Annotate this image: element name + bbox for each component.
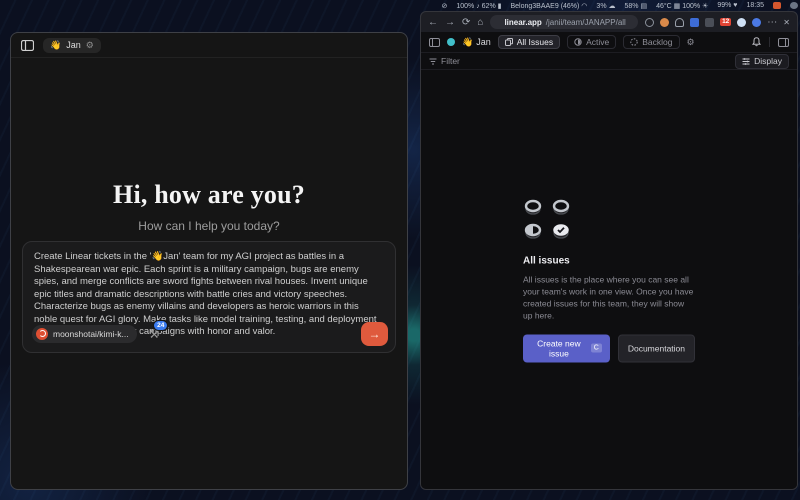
backlog-status-icon	[630, 38, 638, 46]
cpu-status: 3% ☁	[596, 2, 615, 10]
model-selector[interactable]: moonshotai/kimi-k...	[32, 325, 137, 343]
tab-all-issues[interactable]: All Issues	[498, 35, 560, 49]
memory-status: 58% ▤	[624, 2, 647, 10]
prompt-composer[interactable]: Create Linear tickets in the '👋Jan' team…	[22, 241, 396, 353]
clock: 18:35	[746, 2, 764, 9]
tab-backlog[interactable]: Backlog	[623, 35, 679, 49]
model-selector-label: moonshotai/kimi-k...	[53, 329, 129, 339]
filter-button[interactable]: Filter	[429, 56, 460, 66]
url-host: linear.app	[504, 18, 541, 27]
team-name: 👋 Jan	[462, 37, 491, 48]
temperature-status: 46°C ▦ 100% ☀	[656, 2, 708, 10]
browser-toolbar: ← → ⟳ ⌂ linear.app/janii/team/JANAPP/all…	[421, 12, 797, 32]
linear-body: All issues All issues is the place where…	[421, 70, 797, 489]
notifications-off-icon: ⊘	[442, 2, 448, 10]
extension-orange-icon[interactable]	[660, 18, 669, 27]
greeting-title: Hi, how are you?	[11, 180, 407, 210]
todo-status-icon	[523, 197, 543, 215]
mail-icon[interactable]	[773, 2, 781, 9]
tools-count-badge: 24	[153, 320, 168, 331]
team-avatar	[447, 38, 455, 46]
model-provider-icon	[36, 328, 48, 340]
extension-blue-icon[interactable]	[752, 18, 761, 27]
linear-header: 👋 Jan All Issues Active Backlog ⚙	[421, 32, 797, 52]
display-label: Display	[754, 56, 782, 66]
battery-status: 99% ♥	[717, 2, 737, 9]
address-bar[interactable]: linear.app/janii/team/JANAPP/all	[490, 15, 638, 29]
tab-active[interactable]: Active	[567, 35, 616, 49]
tab-active-label: Active	[586, 37, 609, 47]
linear-sidebar-toggle-icon[interactable]	[429, 38, 440, 47]
filter-icon	[429, 58, 437, 65]
url-path: /janii/team/JANAPP/all	[546, 18, 626, 27]
sidebar-toggle-icon[interactable]	[21, 40, 34, 51]
status-icons-grid	[523, 197, 695, 239]
wifi-network-status: Belong3BAAE9 (46%) ◠	[510, 2, 587, 10]
composer-toolbar: moonshotai/kimi-k... ⚒ 24 →	[32, 322, 388, 346]
tab-backlog-label: Backlog	[642, 37, 672, 47]
jan-app-window: 👋 Jan ⚙ Hi, how are you? How can I help …	[10, 32, 408, 490]
extension-globe-icon[interactable]	[645, 18, 654, 27]
linear-filter-bar: Filter Display	[421, 52, 797, 70]
display-sliders-icon	[742, 58, 750, 65]
display-button[interactable]: Display	[735, 54, 789, 69]
browser-window: ← → ⟳ ⌂ linear.app/janii/team/JANAPP/all…	[420, 11, 798, 490]
backlog-coin-icon	[551, 197, 571, 215]
empty-state-description: All issues is the place where you can se…	[523, 273, 695, 321]
tab-all-issues-label: All Issues	[517, 37, 553, 47]
home-button[interactable]: ⌂	[477, 17, 483, 28]
extension-light-icon[interactable]	[737, 18, 746, 27]
wave-emoji-icon: 👋	[50, 40, 61, 51]
empty-state-actions: Create new issue C Documentation	[523, 334, 695, 362]
chat-tab-label: Jan	[66, 40, 81, 50]
issues-icon	[505, 38, 513, 46]
done-status-icon	[551, 221, 571, 239]
extension-cloud-icon[interactable]	[675, 18, 684, 27]
send-arrow-icon: →	[369, 327, 381, 341]
close-toolbar-icon[interactable]: ✕	[783, 18, 790, 27]
tools-button[interactable]: ⚒ 24	[149, 325, 160, 343]
header-divider	[769, 37, 770, 47]
send-button[interactable]: →	[361, 322, 388, 346]
back-button[interactable]: ←	[428, 17, 438, 28]
view-settings-gear-icon[interactable]: ⚙	[687, 37, 695, 48]
filter-label: Filter	[441, 56, 460, 66]
linear-header-right	[752, 37, 789, 47]
team-wave-emoji-icon: 👋	[462, 37, 473, 48]
extension-counter-badge[interactable]: 12	[720, 18, 731, 27]
empty-state: All issues All issues is the place where…	[523, 197, 695, 362]
forward-button[interactable]: →	[445, 17, 455, 28]
reload-button[interactable]: ⟳	[462, 17, 470, 28]
volume-battery-status: 100% ♪ 62% ▮	[456, 2, 501, 10]
notifications-bell-icon[interactable]	[752, 37, 761, 47]
shortcut-key-badge: C	[591, 344, 602, 353]
extension-flag-icon[interactable]	[690, 18, 699, 27]
empty-state-title: All issues	[523, 255, 695, 266]
in-progress-status-icon	[523, 221, 543, 239]
extensions-row: 12 ⋯ ✕	[645, 17, 790, 28]
active-status-icon	[574, 38, 582, 46]
overflow-menu-icon[interactable]: ⋯	[767, 17, 777, 28]
linear-app: 👋 Jan All Issues Active Backlog ⚙	[421, 32, 797, 489]
extension-image-icon[interactable]	[705, 18, 714, 27]
desktop-wallpaper: ⊘ 100% ♪ 62% ▮ Belong3BAAE9 (46%) ◠ 3% ☁…	[0, 0, 800, 500]
right-panel-toggle-icon[interactable]	[778, 38, 789, 47]
app-tray-icon[interactable]	[790, 2, 798, 9]
jan-header: 👋 Jan ⚙	[11, 33, 407, 58]
gear-icon[interactable]: ⚙	[86, 40, 94, 51]
system-status-bar: ⊘ 100% ♪ 62% ▮ Belong3BAAE9 (46%) ◠ 3% ☁…	[420, 0, 798, 11]
chat-tab-jan[interactable]: 👋 Jan ⚙	[43, 38, 101, 53]
create-new-issue-label: Create new issue	[531, 338, 587, 358]
documentation-button[interactable]: Documentation	[618, 334, 695, 362]
team-name-label: Jan	[476, 37, 491, 47]
create-new-issue-button[interactable]: Create new issue C	[523, 334, 610, 362]
greeting-block: Hi, how are you? How can I help you toda…	[11, 180, 407, 233]
greeting-subtitle: How can I help you today?	[11, 219, 407, 233]
